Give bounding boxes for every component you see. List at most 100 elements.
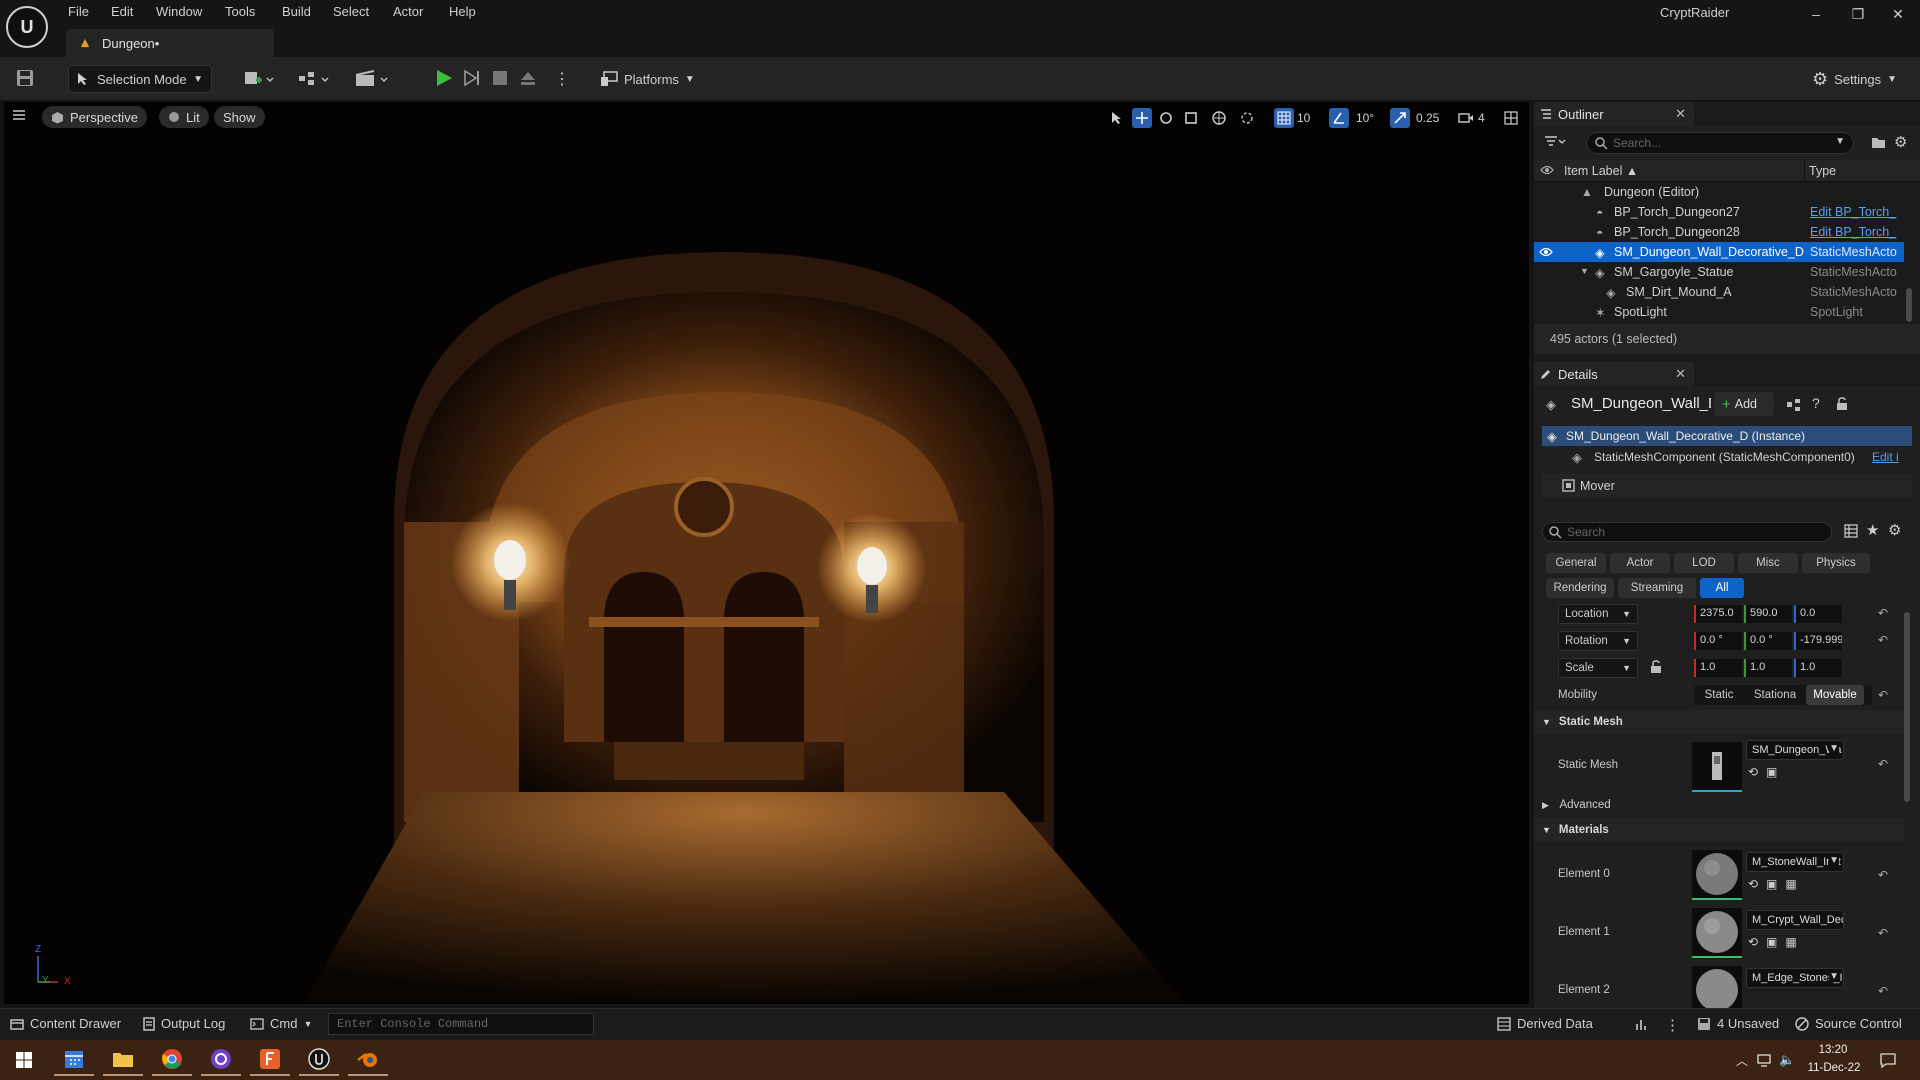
- scale-x-field[interactable]: 1.0: [1694, 659, 1742, 677]
- chevron-up-icon[interactable]: ︿: [1736, 1052, 1748, 1069]
- blender-icon[interactable]: [348, 1044, 388, 1076]
- asset-browse-icons[interactable]: ⟲▣▦: [1748, 935, 1805, 949]
- outliner-row-dirt-mound[interactable]: ◈ SM_Dirt_Mound_A StaticMeshActo: [1534, 282, 1904, 302]
- grid-snap-value[interactable]: 10: [1297, 108, 1310, 128]
- edit-blueprint-link[interactable]: Edit BP_Torch_: [1810, 225, 1904, 239]
- cinematics-icon[interactable]: [355, 70, 391, 88]
- mobility-static[interactable]: Static: [1694, 689, 1744, 701]
- network-icon[interactable]: [1756, 1053, 1772, 1067]
- menu-actor[interactable]: Actor: [393, 4, 423, 19]
- mobility-stationary[interactable]: Stationa: [1744, 689, 1806, 701]
- details-search-input[interactable]: Search: [1542, 522, 1832, 542]
- static-mesh-section-header[interactable]: ▼ Static Mesh: [1534, 710, 1904, 734]
- notifications-icon[interactable]: [1880, 1052, 1896, 1068]
- asset-browse-icons[interactable]: ⟲▣: [1748, 765, 1785, 779]
- source-control-button[interactable]: Source Control: [1795, 1016, 1902, 1031]
- blueprint-icon[interactable]: [298, 70, 332, 88]
- menu-build[interactable]: Build: [282, 4, 311, 19]
- menu-help[interactable]: Help: [449, 4, 476, 19]
- edit-blueprint-link[interactable]: Edit BP_Torch_: [1810, 205, 1904, 219]
- more-options-icon[interactable]: ⋮: [554, 69, 570, 89]
- category-streaming[interactable]: Streaming: [1618, 578, 1696, 598]
- add-component-button[interactable]: + Add: [1714, 392, 1774, 416]
- scale-z-field[interactable]: 1.0: [1794, 659, 1842, 677]
- scale-lock-icon[interactable]: [1650, 660, 1662, 674]
- reset-arrow-icon[interactable]: ↶: [1878, 606, 1888, 620]
- tab-details[interactable]: Details ✕: [1534, 362, 1694, 386]
- show-button[interactable]: Show: [214, 106, 265, 128]
- category-rendering[interactable]: Rendering: [1546, 578, 1614, 598]
- reset-arrow-icon[interactable]: ↶: [1878, 926, 1888, 940]
- more-options-icon[interactable]: ⋮: [1665, 1016, 1680, 1034]
- platforms-dropdown[interactable]: Platforms ▼: [596, 65, 696, 93]
- select-tool-icon[interactable]: [1111, 108, 1123, 128]
- gear-icon[interactable]: ⚙: [1894, 133, 1907, 151]
- tab-outliner[interactable]: Outliner ✕: [1534, 102, 1694, 126]
- scale-dropdown[interactable]: Scale ▼: [1558, 658, 1638, 678]
- outliner-row-gargoyle[interactable]: ▼ ◈ SM_Gargoyle_Statue StaticMeshActo: [1534, 262, 1904, 282]
- level-viewport[interactable]: Perspective Lit Show 10 10° 0.25 4 Z Y X: [4, 102, 1529, 1004]
- outliner-row-dungeon[interactable]: ▲ Dungeon (Editor): [1534, 182, 1904, 202]
- material-0-thumbnail[interactable]: [1692, 850, 1742, 900]
- step-icon[interactable]: [463, 69, 481, 87]
- col-type[interactable]: Type: [1809, 164, 1836, 178]
- filter-icon[interactable]: [1544, 135, 1566, 149]
- cmd-dropdown[interactable]: Cmd ▼: [250, 1016, 312, 1031]
- close-icon[interactable]: ✕: [1675, 106, 1686, 122]
- asset-browse-icons[interactable]: ⟲▣▦: [1748, 877, 1805, 891]
- surface-snap-icon[interactable]: [1240, 108, 1254, 128]
- level-tab[interactable]: Dungeon•: [66, 29, 274, 57]
- minimize-icon[interactable]: –: [1804, 6, 1828, 26]
- actor-name[interactable]: SM_Dungeon_Wall_Deco: [1571, 395, 1711, 412]
- reset-arrow-icon[interactable]: ↶: [1878, 633, 1888, 647]
- reset-arrow-icon[interactable]: ↶: [1878, 757, 1888, 771]
- menu-window[interactable]: Window: [156, 4, 202, 19]
- scale-snap-toggle[interactable]: [1390, 108, 1410, 128]
- material-0-dropdown[interactable]: M_StoneWall_Inst ▼: [1746, 852, 1844, 872]
- category-all[interactable]: All: [1700, 578, 1744, 598]
- location-y-field[interactable]: 590.0: [1744, 605, 1792, 623]
- expand-arrow-icon[interactable]: ▼: [1580, 266, 1589, 276]
- world-space-icon[interactable]: [1212, 108, 1226, 128]
- derived-data-button[interactable]: Derived Data: [1497, 1016, 1593, 1031]
- save-icon[interactable]: [16, 69, 34, 87]
- category-misc[interactable]: Misc: [1738, 553, 1798, 573]
- clock-time[interactable]: 13:20: [1815, 1044, 1851, 1056]
- outliner-row-spotlight[interactable]: ✶ SpotLight SpotLight: [1534, 302, 1904, 322]
- play-icon[interactable]: [434, 68, 454, 88]
- chevron-down-icon[interactable]: ▼: [1835, 136, 1845, 147]
- menu-file[interactable]: File: [68, 4, 89, 19]
- blueprint-convert-icon[interactable]: [1786, 398, 1802, 412]
- gear-icon[interactable]: ⚙: [1888, 521, 1901, 539]
- volume-icon[interactable]: 🔈: [1779, 1052, 1795, 1068]
- eject-icon[interactable]: [519, 69, 537, 87]
- output-log-button[interactable]: Output Log: [143, 1016, 225, 1031]
- selection-mode-dropdown[interactable]: Selection Mode ▼: [68, 65, 212, 93]
- outliner-row-wall-decorative[interactable]: ◈ SM_Dungeon_Wall_Decorative_D StaticMes…: [1534, 242, 1904, 262]
- clock-date[interactable]: 11-Dec-22: [1805, 1062, 1863, 1074]
- stop-icon[interactable]: [492, 70, 508, 86]
- scale-tool-icon[interactable]: [1184, 108, 1198, 128]
- restore-icon[interactable]: ❐: [1846, 6, 1870, 26]
- help-icon[interactable]: ?: [1812, 395, 1820, 411]
- outliner-row-torch27[interactable]: ◓ BP_Torch_Dungeon27 Edit BP_Torch_: [1534, 202, 1904, 222]
- static-mesh-asset-dropdown[interactable]: SM_Dungeon_Wa ▼: [1746, 740, 1844, 760]
- material-1-thumbnail[interactable]: [1692, 908, 1742, 958]
- materials-section-header[interactable]: ▼ Materials: [1534, 818, 1904, 842]
- edit-component-link[interactable]: Edit i: [1872, 450, 1899, 464]
- unreal-logo-icon[interactable]: U: [6, 6, 48, 48]
- category-actor[interactable]: Actor: [1610, 553, 1670, 573]
- lock-icon[interactable]: [1836, 397, 1848, 411]
- outliner-row-torch28[interactable]: ◓ BP_Torch_Dungeon28 Edit BP_Torch_: [1534, 222, 1904, 242]
- details-scrollbar[interactable]: [1904, 612, 1910, 802]
- rotation-dropdown[interactable]: Rotation ▼: [1558, 631, 1638, 651]
- material-2-thumbnail[interactable]: [1692, 966, 1742, 1008]
- add-actor-icon[interactable]: [244, 70, 274, 88]
- static-mesh-thumbnail[interactable]: [1692, 742, 1742, 792]
- unsaved-button[interactable]: 4 Unsaved: [1697, 1016, 1779, 1031]
- outliner-search-input[interactable]: Search... ▼: [1586, 132, 1854, 154]
- rotation-snap-value[interactable]: 10°: [1356, 108, 1374, 128]
- favorite-star-icon[interactable]: ★: [1866, 521, 1879, 539]
- reset-arrow-icon[interactable]: ↶: [1878, 868, 1888, 882]
- visibility-eye-icon[interactable]: [1539, 247, 1553, 257]
